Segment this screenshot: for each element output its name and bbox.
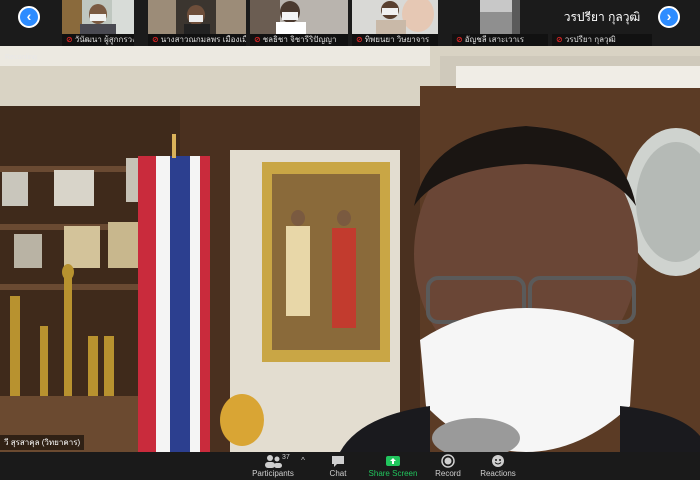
participant-name-placeholder: วรปรียา กุลวุฒิ (552, 0, 652, 34)
record-label: Record (435, 469, 461, 478)
reactions-icon (492, 455, 504, 467)
recording-indicator: Recording (5, 54, 37, 61)
participant-tile-2[interactable]: ⊘นางสาวณกมลพร เมืองเมือก (148, 0, 246, 46)
gallery-next-button[interactable]: › (658, 6, 680, 28)
chat-button[interactable]: Chat (320, 454, 356, 478)
reactions-button[interactable]: Reactions (478, 454, 518, 478)
participant-video-thumbnail (148, 0, 246, 34)
participant-name: ⊘นางสาวณกมลพร เมืองเมือก (148, 34, 246, 46)
participant-name: ⊘ อัญชลี เสาะเวาเร (452, 34, 548, 46)
participants-label: Participants (252, 469, 294, 478)
participant-name: ⊘ วันัฒนา ผู้สูกกรวง (62, 34, 134, 46)
participant-name: ⊘ ทิพยนยา วิษยาจาร (352, 34, 438, 46)
participant-name: ⊘ ชลธิชา จิชารีริปัญญา (250, 34, 348, 46)
record-icon (441, 454, 455, 468)
muted-mic-icon: ⊘ (356, 35, 363, 44)
participant-tile-5[interactable]: ⊘ อัญชลี เสาะเวาเร (452, 0, 548, 46)
gallery-prev-button[interactable]: ‹ (18, 6, 40, 28)
speaker-video-frame (0, 46, 700, 452)
chevron-left-icon: ‹ (26, 8, 32, 24)
participant-tile-4[interactable]: ⊘ ทิพยนยา วิษยาจาร (352, 0, 438, 46)
muted-mic-icon: ⊘ (152, 35, 159, 44)
chat-icon (332, 456, 344, 467)
share-screen-button[interactable]: Share Screen (366, 454, 420, 478)
participants-button[interactable]: Participants 37 (248, 454, 298, 478)
participant-video-thumbnail (62, 0, 134, 34)
participant-video-thumbnail (452, 0, 548, 34)
participant-video-thumbnail (250, 0, 348, 34)
muted-mic-icon: ⊘ (456, 35, 463, 44)
record-button[interactable]: Record (430, 454, 466, 478)
reactions-label: Reactions (480, 469, 516, 478)
participants-menu-caret[interactable]: ^ (298, 456, 308, 465)
muted-mic-icon: ⊘ (556, 35, 563, 44)
share-screen-icon (386, 456, 400, 466)
muted-mic-icon: ⊘ (66, 35, 73, 44)
gallery-strip: ‹ ⊘ วันัฒนา ผู้สูกกรวง ⊘ นางสาวณกมลพร เมือ… (0, 0, 700, 46)
speaker-name-label: วี สุรสาคุล (วิทยาคาร) (0, 435, 85, 450)
chat-label: Chat (329, 469, 347, 478)
muted-mic-icon: ⊘ (254, 35, 261, 44)
chevron-up-icon: ^ (301, 456, 305, 465)
participant-tile-1[interactable]: ⊘ วันัฒนา ผู้สูกกรวง (62, 0, 134, 46)
meeting-toolbar: Participants 37 ^ Chat Share Screen Reco… (0, 452, 700, 480)
participant-tile-6[interactable]: วรปรียา กุลวุฒิ ⊘ วรปรียา กุลวุฒิ (552, 0, 652, 46)
chevron-right-icon: › (666, 8, 672, 24)
main-speaker-video: Recording วี สุรสาคุล (วิทยาคาร) (0, 46, 700, 452)
share-screen-label: Share Screen (368, 469, 418, 478)
participants-icon (265, 455, 282, 468)
participants-count: 37 (282, 454, 290, 461)
participant-name: ⊘ วรปรียา กุลวุฒิ (552, 34, 652, 46)
participant-tile-3[interactable]: ⊘ ชลธิชา จิชารีริปัญญา (250, 0, 348, 46)
participant-video-thumbnail (352, 0, 438, 34)
